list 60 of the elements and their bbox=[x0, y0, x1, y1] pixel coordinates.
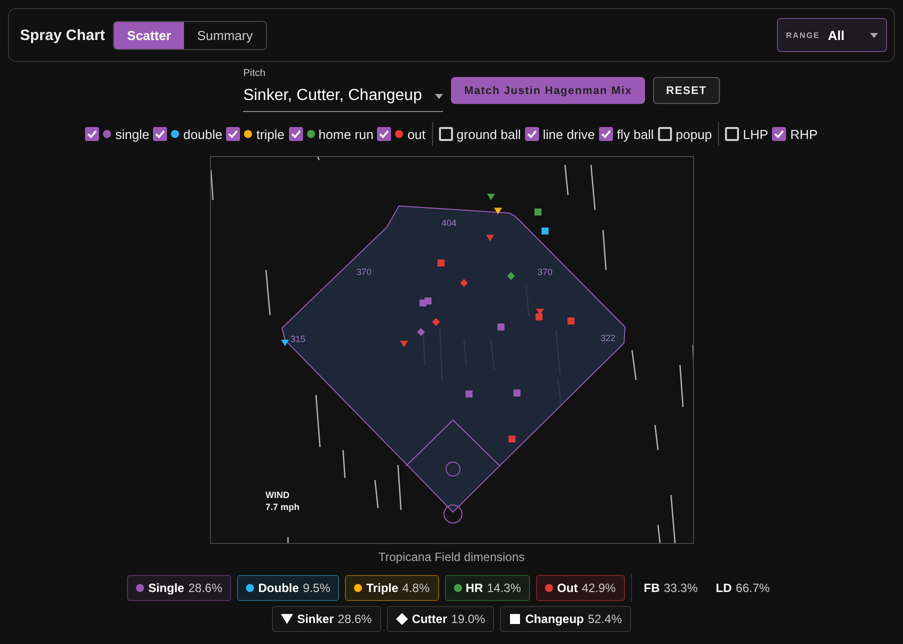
square-marker bbox=[534, 208, 541, 216]
reset-button[interactable]: RESET bbox=[653, 77, 720, 104]
diamond-marker bbox=[506, 272, 514, 280]
outcome-legend-chip: HR 14.3% bbox=[444, 575, 530, 601]
checkmark-icon bbox=[228, 130, 238, 138]
diamond-marker bbox=[416, 328, 424, 336]
wind-label: WIND bbox=[266, 489, 290, 501]
filter-checkbox[interactable]: ground ball bbox=[438, 126, 521, 142]
triangle-marker bbox=[280, 340, 288, 346]
distance-label: 370 bbox=[356, 267, 372, 277]
triangle-marker bbox=[486, 234, 494, 242]
range-select[interactable]: RANGE All bbox=[777, 18, 887, 52]
view-tab[interactable]: Summary bbox=[184, 22, 266, 48]
filter-checkbox[interactable]: line drive bbox=[524, 126, 595, 142]
filter-checkbox[interactable]: RHP bbox=[772, 126, 818, 142]
outcome-legend-chip: Single 28.6% bbox=[127, 575, 232, 601]
filter-checkbox[interactable]: home run bbox=[288, 126, 374, 142]
diamond-marker bbox=[432, 318, 440, 326]
batted-ball-stat: LD 66.7% bbox=[714, 581, 771, 595]
wind-speed: 7.7 mph bbox=[266, 501, 300, 513]
outcome-legend-chip: Out 42.9% bbox=[536, 575, 625, 601]
distance-label: 315 bbox=[290, 334, 306, 344]
triangle-icon bbox=[281, 613, 294, 625]
pitch-legend-chip: Sinker 28.6% bbox=[272, 606, 381, 632]
filter-checkbox[interactable]: single bbox=[85, 126, 150, 142]
checkmark-icon bbox=[290, 130, 301, 138]
distance-label: 370 bbox=[536, 267, 552, 277]
checkmark-icon bbox=[87, 130, 98, 138]
pitch-legend-chip: Changeup 52.4% bbox=[500, 606, 631, 632]
triangle-marker bbox=[486, 194, 494, 200]
outcome-legend-chip: Double 9.5% bbox=[237, 575, 340, 601]
outcome-legend-chip: Triple 4.8% bbox=[345, 575, 439, 601]
view-tab[interactable]: Scatter bbox=[114, 22, 184, 48]
checkmark-icon bbox=[526, 130, 537, 138]
triangle-marker bbox=[494, 208, 502, 214]
pitch-legend-chip: Cutter 19.0% bbox=[386, 606, 494, 632]
caret-icon bbox=[870, 32, 878, 38]
filter-checkbox[interactable]: triple bbox=[226, 126, 285, 142]
filter-checkbox[interactable]: out bbox=[377, 126, 426, 142]
checkmark-icon bbox=[774, 130, 784, 138]
diamond-marker bbox=[460, 279, 468, 287]
triangle-marker bbox=[400, 340, 408, 348]
caret-icon bbox=[435, 94, 444, 98]
chart-title: Spray Chart bbox=[20, 26, 106, 44]
pitch-select[interactable]: Sinker, Cutter, Changeup bbox=[243, 85, 444, 112]
checkmark-icon bbox=[379, 130, 390, 138]
pitch-label: Pitch bbox=[243, 68, 266, 79]
diamond-icon bbox=[396, 613, 408, 625]
batted-ball-stat: FB 33.3% bbox=[642, 581, 699, 595]
square-marker bbox=[541, 228, 548, 234]
checkmark-icon bbox=[600, 130, 611, 138]
filter-checkbox[interactable]: fly ball bbox=[598, 126, 654, 142]
field-caption: Tropicana Field dimensions bbox=[378, 550, 525, 564]
filter-checkbox[interactable]: double bbox=[153, 126, 222, 142]
distance-label: 322 bbox=[600, 333, 616, 343]
square-icon bbox=[509, 613, 522, 625]
filter-checkbox[interactable]: LHP bbox=[724, 126, 768, 142]
filter-checkbox[interactable]: popup bbox=[658, 126, 712, 142]
checkmark-icon bbox=[155, 130, 166, 138]
distance-label: 404 bbox=[440, 218, 456, 228]
